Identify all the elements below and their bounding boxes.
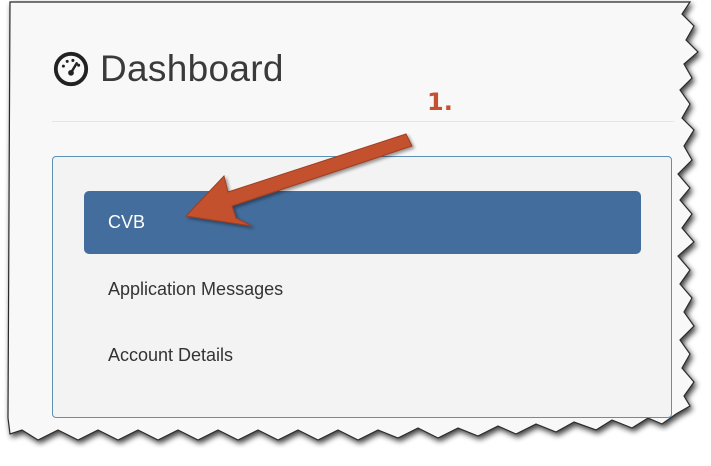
dashboard-nav-panel: CVB Application Messages Account Details [52, 156, 672, 418]
screenshot-stage: Dashboard CVB Application Messages Accou… [0, 0, 711, 466]
nav-item-label: Account Details [108, 345, 234, 365]
dashboard-header: Dashboard [52, 48, 284, 90]
nav-item-application-messages[interactable]: Application Messages [84, 258, 641, 321]
header-divider [52, 121, 674, 122]
nav-item-cvb[interactable]: CVB [84, 191, 641, 254]
nav-item-label: Application Messages [108, 279, 284, 299]
speedometer-icon [53, 51, 89, 87]
nav-item-account-details[interactable]: Account Details [84, 324, 641, 387]
page-title: Dashboard [100, 48, 284, 89]
nav-item-label: CVB [108, 212, 146, 232]
annotation-step-label: 1. [427, 88, 453, 116]
